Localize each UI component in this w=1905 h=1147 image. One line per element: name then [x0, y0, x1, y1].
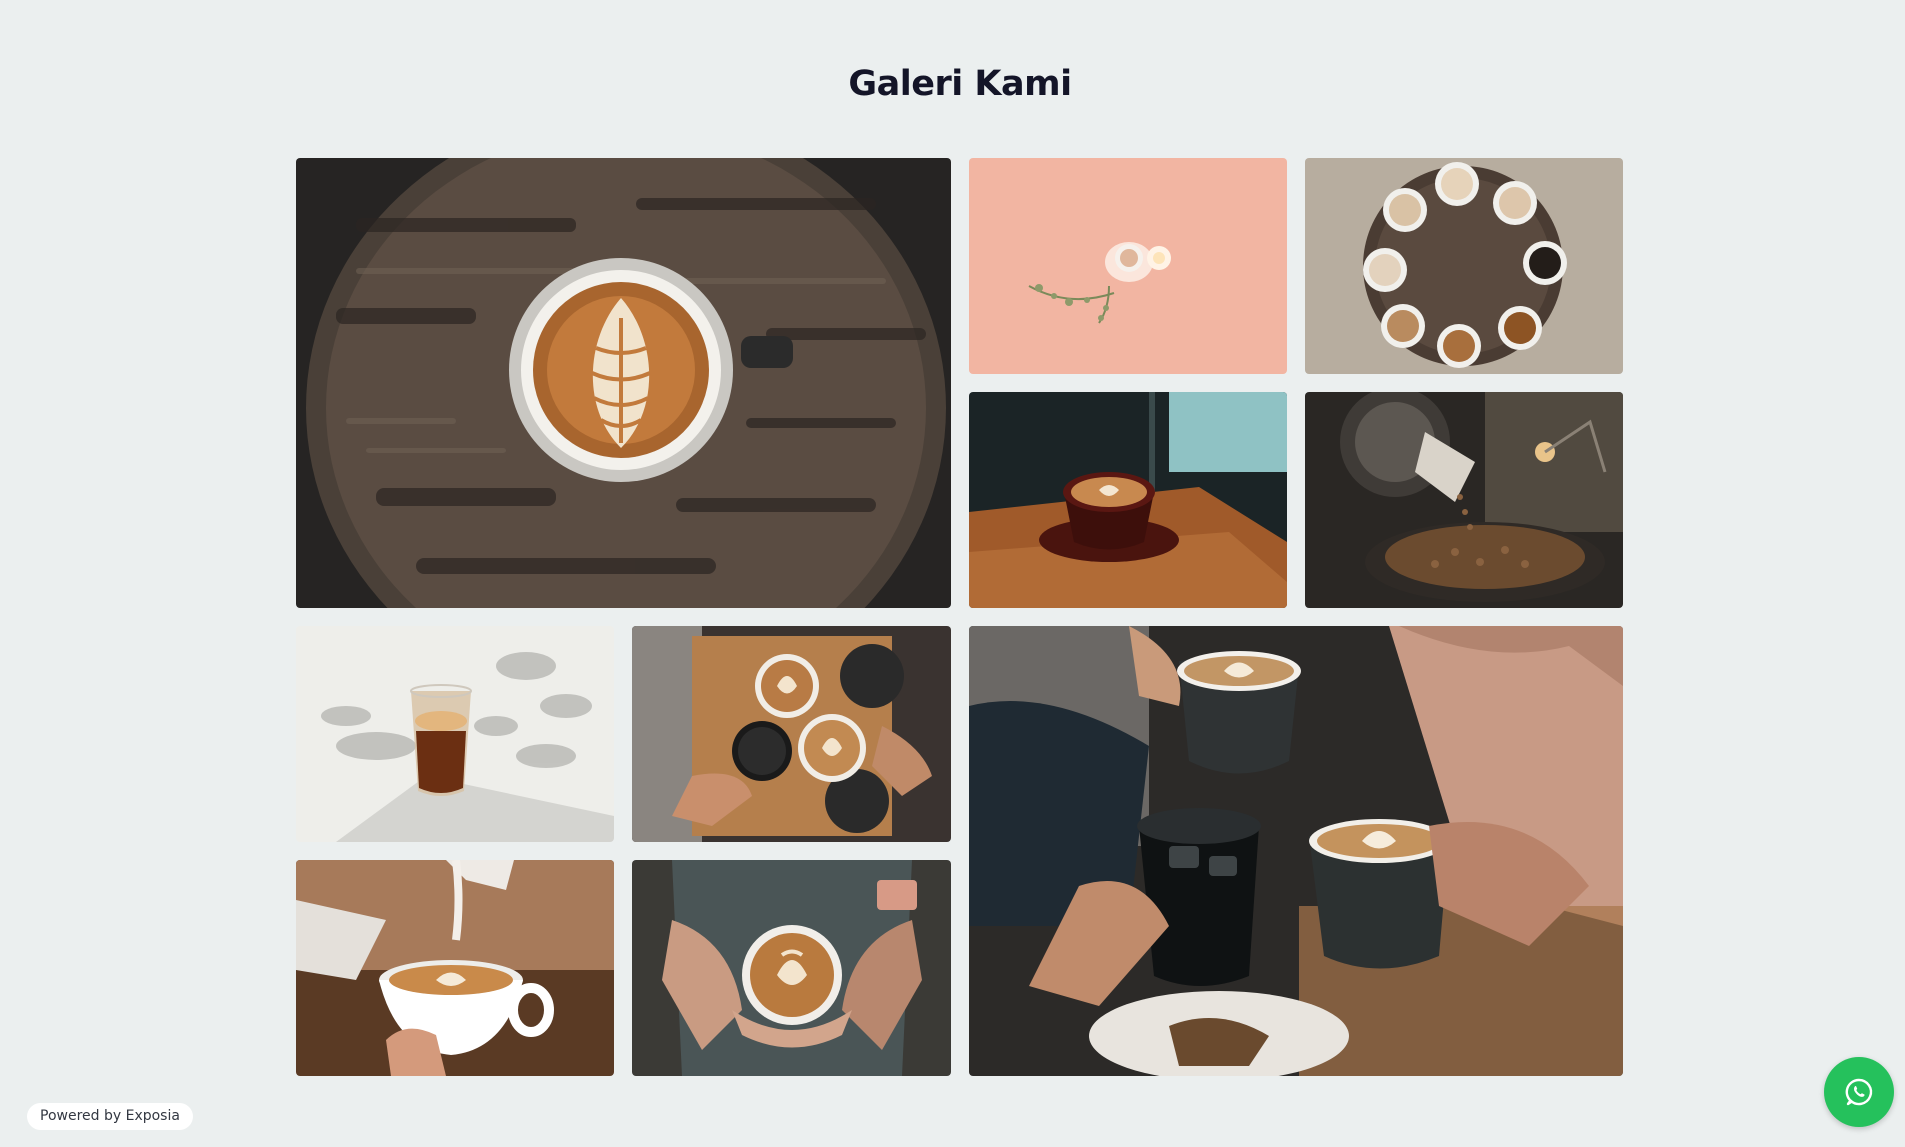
gallery-photo-peach-cup[interactable] [969, 158, 1287, 374]
gallery-photo-iced-coffee[interactable] [296, 626, 614, 842]
powered-by-badge[interactable]: Powered by Exposia [27, 1103, 193, 1130]
gallery-photo-roaster[interactable] [1305, 392, 1623, 608]
page-title: Galeri Kami [848, 64, 1072, 104]
hands-holding-latte-photo [632, 860, 951, 1076]
whatsapp-chat-button[interactable] [1824, 1057, 1894, 1127]
coffee-roaster-machine-photo [1305, 392, 1623, 608]
whatsapp-icon [1845, 1078, 1873, 1106]
gallery-photo-cafe-latte[interactable] [969, 392, 1287, 608]
gallery-photo-latte-wood-table[interactable] [296, 158, 951, 608]
friends-toasting-coffee-cups-photo [969, 626, 1623, 1076]
milk-pour-latte-art-photo [296, 860, 614, 1076]
latte-art-on-round-wooden-table-photo [296, 158, 951, 608]
gallery-photo-cups-circle[interactable] [1305, 158, 1623, 374]
cup-on-peach-background-photo [969, 158, 1287, 374]
hands-holding-coffees-top-view-photo [632, 626, 951, 842]
coffee-cups-circle-on-wood-table-photo [1305, 158, 1623, 374]
gallery-photo-milk-pour[interactable] [296, 860, 614, 1076]
gallery-photo-hands-coffees[interactable] [632, 626, 951, 842]
gallery-photo-toasting[interactable] [969, 626, 1623, 1076]
gallery-page: Galeri Kami Powered by Exposia [0, 0, 1905, 1147]
gallery-photo-hands-latte[interactable] [632, 860, 951, 1076]
latte-cup-on-cafe-table-photo [969, 392, 1287, 608]
iced-coffee-glass-in-sunlight-photo [296, 626, 614, 842]
